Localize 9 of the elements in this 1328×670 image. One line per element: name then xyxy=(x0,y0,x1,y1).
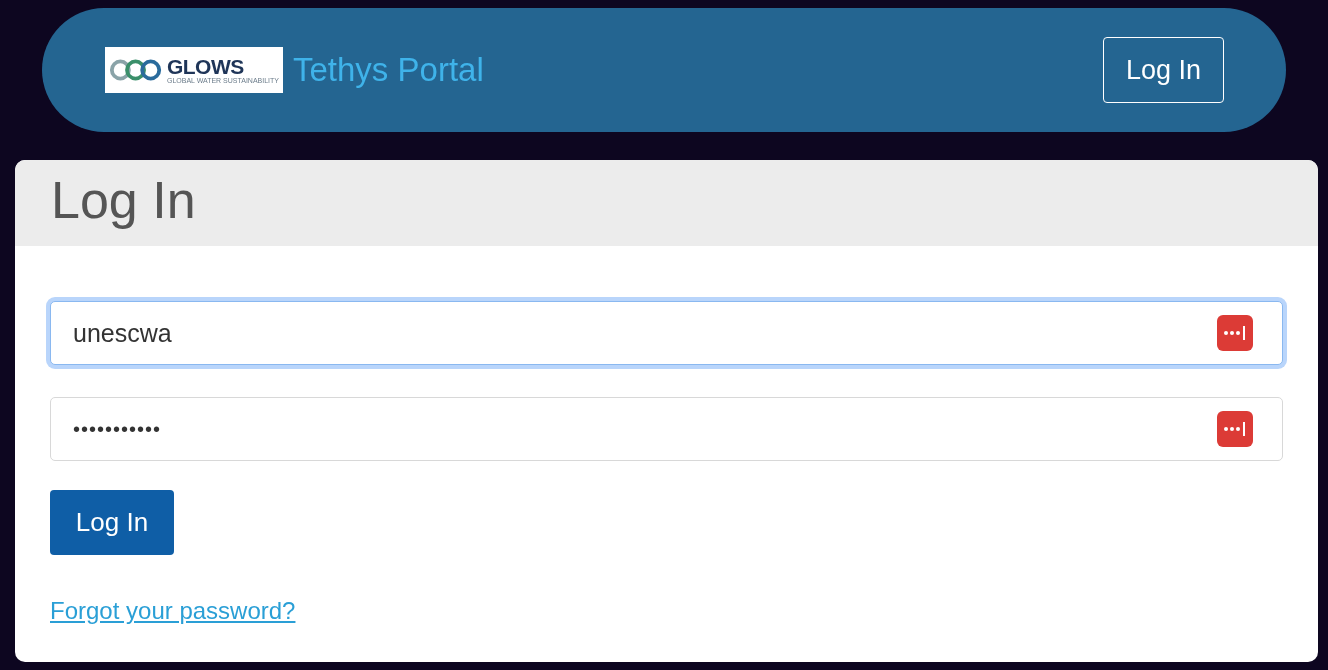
login-button[interactable]: Log In xyxy=(50,490,174,555)
page-heading: Log In xyxy=(51,170,196,231)
password-field[interactable]: ••••••••••• xyxy=(50,397,1283,461)
password-manager-icon[interactable] xyxy=(1217,315,1253,351)
header-login-button[interactable]: Log In xyxy=(1102,37,1224,103)
username-field[interactable]: unescwa xyxy=(50,301,1283,365)
logo-rings-icon xyxy=(109,57,164,83)
password-manager-icon[interactable] xyxy=(1217,411,1253,447)
logo-wordmark: GLOWS xyxy=(166,56,245,77)
